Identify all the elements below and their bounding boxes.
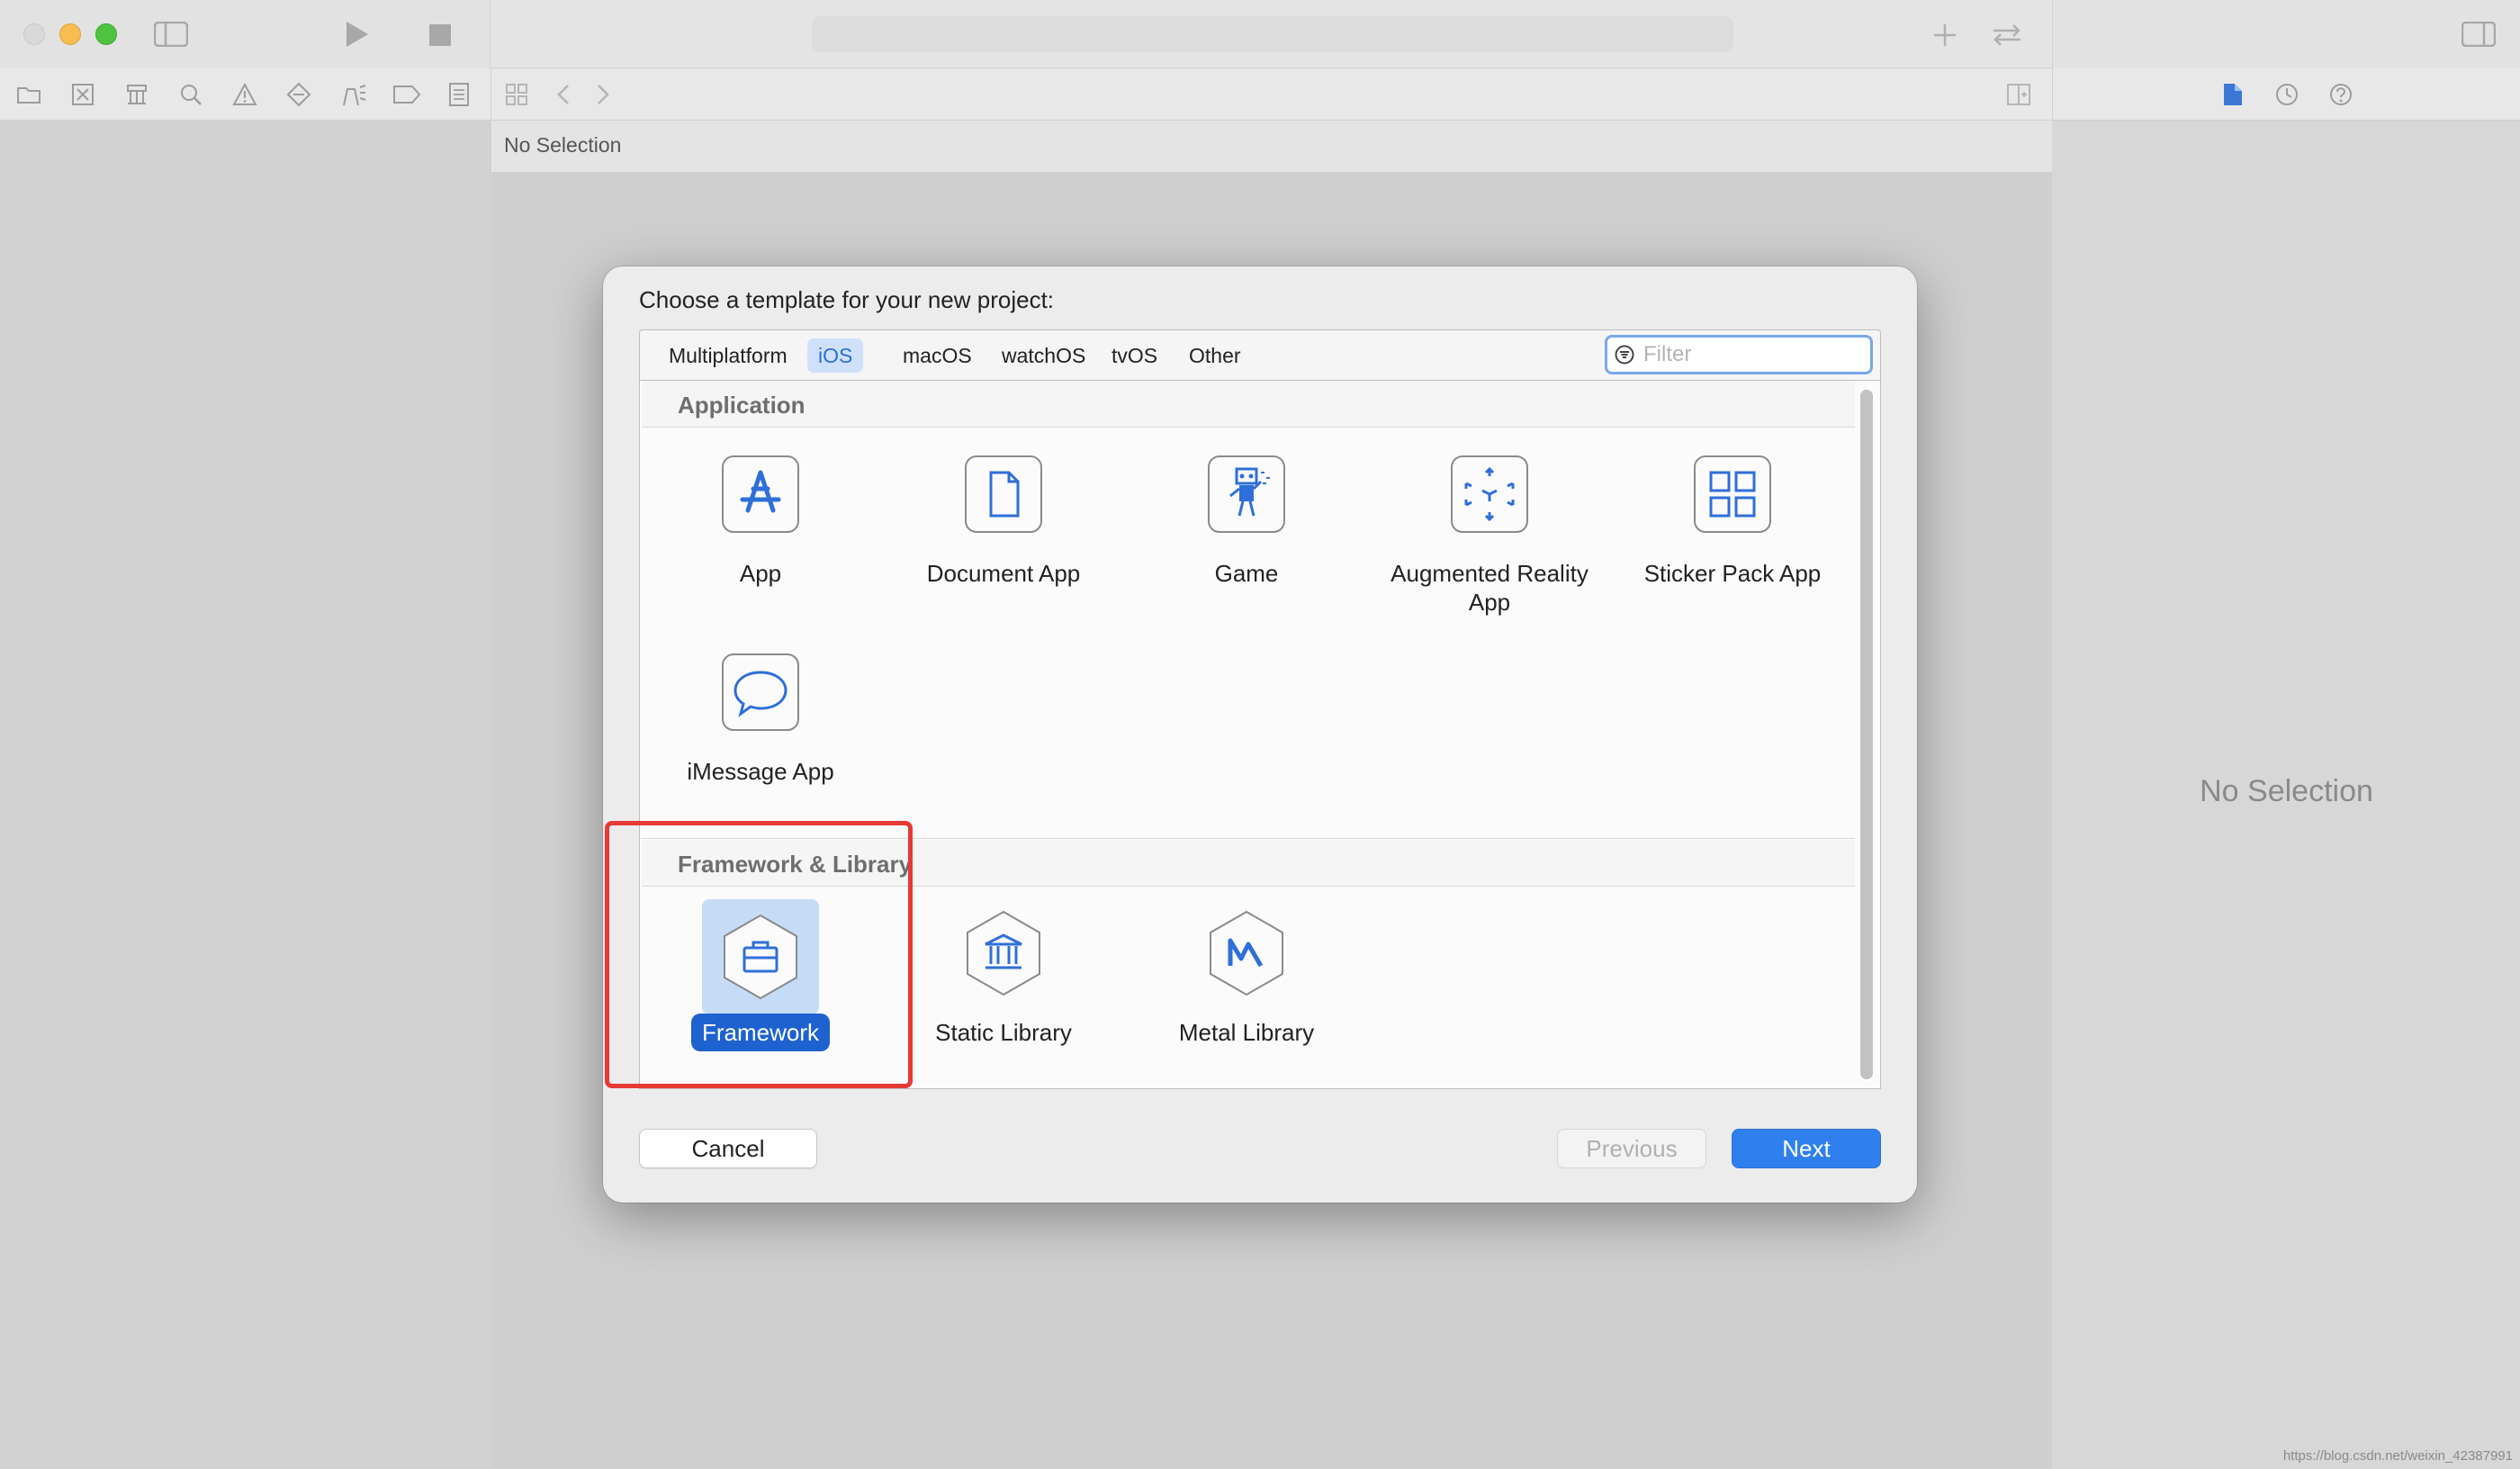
- tab-multiplatform[interactable]: Multiplatform: [658, 338, 798, 373]
- code-review-icon[interactable]: [1989, 20, 2025, 50]
- template-augmented-reality-app[interactable]: Augmented Reality App: [1382, 453, 1598, 633]
- breadcrumb: No Selection: [504, 133, 622, 157]
- activity-view: [812, 16, 1733, 52]
- section-title: Application: [678, 392, 806, 419]
- scrollbar-thumb[interactable]: [1860, 390, 1873, 1079]
- sheet-title: Choose a template for your new project:: [639, 286, 1055, 313]
- close-window-button[interactable]: [23, 23, 45, 45]
- metal-library-icon: [1205, 910, 1288, 996]
- run-icon[interactable]: [342, 18, 373, 50]
- report-navigator-icon[interactable]: [445, 81, 473, 108]
- template-game[interactable]: Game: [1138, 453, 1354, 633]
- test-navigator-icon[interactable]: [284, 81, 313, 108]
- tab-ios[interactable]: iOS: [807, 338, 864, 373]
- toolbar-divider: [2052, 68, 2053, 121]
- document-icon: [962, 453, 1045, 536]
- inspector-pane: No Selection: [2053, 121, 2520, 1469]
- back-chevron-icon[interactable]: [553, 81, 574, 108]
- navigator-pane: [0, 121, 490, 1469]
- ar-cube-icon: [1448, 453, 1531, 536]
- template-metal-library[interactable]: Metal Library: [1138, 910, 1354, 1088]
- platform-tab-bar: Multiplatform iOS macOS watchOS tvOS Oth…: [639, 329, 1881, 380]
- window-titlebar: [0, 0, 2520, 68]
- template-imessage-app[interactable]: iMessage App: [652, 651, 868, 831]
- search-icon[interactable]: [176, 81, 205, 108]
- stop-icon[interactable]: [427, 22, 454, 49]
- template-app[interactable]: App: [652, 453, 868, 633]
- related-items-icon[interactable]: [502, 81, 531, 108]
- filter-input[interactable]: [1643, 341, 1867, 368]
- app-store-icon: [719, 453, 802, 536]
- debug-navigator-icon[interactable]: [337, 81, 369, 108]
- file-inspector-icon[interactable]: [2218, 81, 2248, 108]
- add-editor-icon[interactable]: [2003, 81, 2034, 108]
- template-label: App: [739, 560, 782, 587]
- cancel-button[interactable]: Cancel: [639, 1129, 817, 1168]
- template-scrollbar[interactable]: [1857, 384, 1876, 1086]
- inspector-toggle-icon[interactable]: [2461, 20, 2497, 49]
- sticker-grid-icon: [1691, 453, 1774, 536]
- annotation-highlight-box: [605, 821, 913, 1088]
- forward-chevron-icon[interactable]: [592, 81, 614, 108]
- previous-button[interactable]: Previous: [1557, 1129, 1706, 1168]
- help-inspector-icon[interactable]: [2326, 81, 2356, 108]
- warning-icon[interactable]: [230, 81, 259, 108]
- speech-bubble-icon: [719, 651, 802, 734]
- navigator-toggle-icon[interactable]: [153, 20, 189, 49]
- static-library-icon: [962, 910, 1045, 996]
- zoom-window-button[interactable]: [95, 23, 117, 45]
- template-label: Metal Library: [1178, 1019, 1315, 1046]
- breakpoint-navigator-icon[interactable]: [391, 81, 423, 108]
- navigator-toolbar: [0, 68, 2520, 121]
- tab-macos[interactable]: macOS: [892, 338, 983, 373]
- history-inspector-icon[interactable]: [2272, 81, 2302, 108]
- watermark: https://blog.csdn.net/weixin_42387991: [2282, 1448, 2513, 1464]
- filter-icon: [1615, 345, 1634, 365]
- filter-field[interactable]: [1605, 335, 1873, 374]
- titlebar-right-pane: [2052, 0, 2520, 68]
- template-label: Sticker Pack App: [1643, 560, 1822, 587]
- template-label: Game: [1214, 560, 1279, 587]
- template-label: Augmented Reality App: [1390, 560, 1588, 616]
- source-control-icon[interactable]: [68, 81, 97, 108]
- template-sticker-pack-app[interactable]: Sticker Pack App: [1624, 453, 1840, 633]
- template-static-library[interactable]: Static Library: [896, 910, 1112, 1088]
- symbol-navigator-icon[interactable]: [122, 81, 151, 108]
- section-header-application: Application: [642, 381, 1855, 428]
- template-document-app[interactable]: Document App: [896, 453, 1112, 633]
- tab-watchos[interactable]: watchOS: [991, 338, 1096, 373]
- folder-icon[interactable]: [14, 81, 43, 108]
- add-library-icon[interactable]: [1930, 20, 1960, 50]
- template-label: iMessage App: [687, 758, 834, 785]
- jump-bar: No Selection: [491, 121, 2052, 173]
- game-robot-icon: [1205, 453, 1288, 536]
- inspector-empty-label: No Selection: [2200, 774, 2373, 808]
- tab-other[interactable]: Other: [1178, 338, 1252, 373]
- toolbar-divider: [490, 68, 491, 121]
- template-label: Static Library: [935, 1019, 1072, 1046]
- template-label: Document App: [926, 560, 1081, 587]
- tab-tvos[interactable]: tvOS: [1101, 338, 1168, 373]
- next-button[interactable]: Next: [1732, 1129, 1881, 1168]
- minimize-window-button[interactable]: [59, 23, 81, 45]
